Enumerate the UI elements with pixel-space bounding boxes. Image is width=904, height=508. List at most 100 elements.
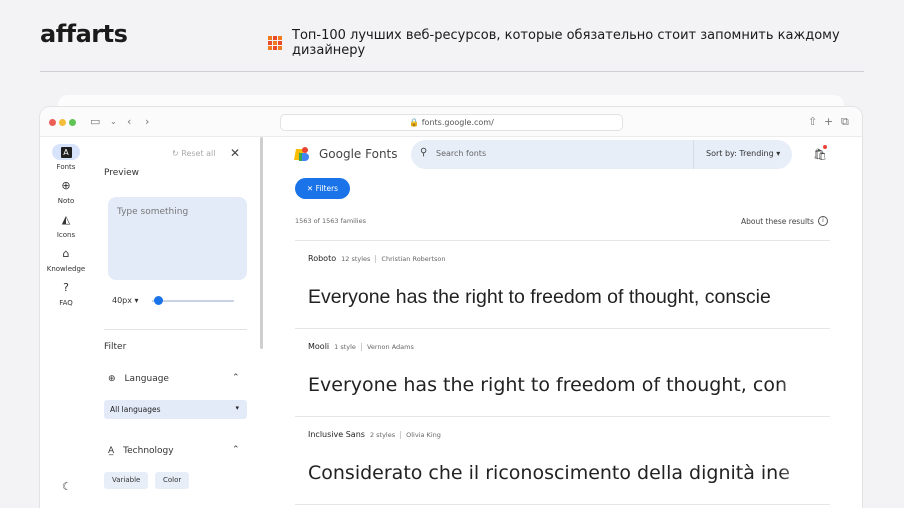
- site-logo[interactable]: affarts: [40, 20, 128, 48]
- fonts-icon: A: [52, 144, 80, 160]
- minimize-window-button[interactable]: [59, 119, 66, 126]
- sort-label: Sort by: Trending: [706, 149, 774, 158]
- address-bar[interactable]: 🔒 fonts.google.com/: [280, 114, 623, 131]
- language-label: Language: [124, 374, 169, 384]
- rail-label: Icons: [56, 231, 76, 239]
- rail-item-faq[interactable]: ? FAQ: [40, 280, 92, 307]
- search-icon: ⚲: [420, 147, 428, 158]
- header-divider: [40, 71, 864, 72]
- about-results-label: About these results: [741, 216, 814, 226]
- sample-text: Everyone has the right to freedom of tho…: [308, 286, 771, 308]
- dark-mode-icon[interactable]: ☾: [62, 480, 72, 493]
- font-designer: Olivia King: [406, 430, 441, 439]
- panel-scrollbar[interactable]: [260, 137, 263, 349]
- school-icon: ⌂: [62, 247, 70, 260]
- font-name: Roboto: [308, 254, 337, 263]
- panel-divider: [104, 329, 247, 330]
- chevron-down-icon[interactable]: ⌄: [110, 117, 117, 126]
- technology-label: Technology: [123, 446, 174, 456]
- font-card[interactable]: Mooli 1 style Vernon Adams Everyone has …: [295, 328, 830, 417]
- technology-filter-header[interactable]: A̲ Technology ⌃: [108, 445, 240, 456]
- results-count: 1563 of 1563 families: [295, 217, 366, 225]
- search-divider: [693, 140, 694, 169]
- article-header: affarts Топ-100 лучших веб-ресурсов, кот…: [0, 0, 904, 72]
- rail-item-icons[interactable]: ◭ Icons: [40, 212, 92, 239]
- chip-color[interactable]: Color: [155, 472, 190, 489]
- language-select[interactable]: All languages ▾: [104, 400, 247, 419]
- maximize-window-button[interactable]: [69, 119, 76, 126]
- article-headline: Топ-100 лучших веб-ресурсов, которые обя…: [268, 28, 904, 58]
- sidebar-toggle-icon[interactable]: ▭: [90, 115, 100, 128]
- shopping-bag-icon[interactable]: 🛍: [813, 145, 827, 161]
- close-window-button[interactable]: [49, 119, 56, 126]
- about-results-link[interactable]: About these results i: [741, 216, 828, 226]
- browser-toolbar: ▭ ⌄ ‹ › 🔒 fonts.google.com/ ⇧ + ⧉: [40, 107, 862, 137]
- filters-label: Filters: [315, 184, 339, 193]
- chip-variable[interactable]: Variable: [104, 472, 149, 489]
- sort-dropdown[interactable]: Sort by: Trending ▾: [706, 149, 780, 158]
- google-fonts-icon: [294, 147, 313, 161]
- shapes-icon: ◭: [61, 213, 71, 226]
- dropdown-arrow-icon: ▾: [235, 404, 239, 412]
- slider-handle[interactable]: [154, 296, 163, 305]
- tabs-overview-icon[interactable]: ⧉: [841, 115, 849, 129]
- grid-icon: [268, 36, 282, 50]
- font-styles: 12 styles: [341, 254, 371, 263]
- font-card[interactable]: Roboto 12 styles Christian Robertson Eve…: [295, 240, 830, 329]
- font-sample: Everyone has the right to freedom of tho…: [308, 286, 818, 309]
- filter-panel: ↻ Reset all ✕ Preview Type something 40p…: [92, 137, 263, 508]
- chevron-up-icon: ⌃: [232, 373, 240, 383]
- font-styles: 2 styles: [369, 430, 396, 439]
- info-icon: i: [817, 216, 828, 226]
- back-icon[interactable]: ‹: [127, 115, 131, 128]
- font-card-divider: [295, 504, 830, 508]
- share-icon[interactable]: ⇧: [808, 115, 817, 128]
- main-content: Google Fonts ⚲ Search fonts Sort by: Tre…: [294, 137, 862, 508]
- font-meta: Roboto 12 styles Christian Robertson: [308, 254, 446, 263]
- chevron-up-icon: ⌃: [232, 445, 240, 455]
- google-fonts-logo[interactable]: Google Fonts: [294, 147, 398, 161]
- font-size-value: 40px: [112, 296, 132, 305]
- search-bar[interactable]: ⚲ Search fonts Sort by: Trending ▾: [411, 140, 792, 169]
- filters-button[interactable]: ✕ Filters: [295, 178, 350, 199]
- rail-label: Fonts: [56, 163, 76, 171]
- preview-text-input[interactable]: Type something: [108, 197, 247, 280]
- rail-item-fonts[interactable]: A Fonts: [40, 144, 92, 171]
- rail-item-noto[interactable]: ⊕ Noto: [40, 178, 92, 205]
- globe-icon: ⊕: [108, 374, 116, 384]
- technology-icon: A̲: [108, 446, 115, 456]
- font-sample: Everyone has the right to freedom of tho…: [308, 374, 818, 396]
- globe-icon: ⊕: [61, 179, 71, 192]
- forward-icon[interactable]: ›: [145, 115, 149, 128]
- brand-name: Google Fonts: [319, 147, 398, 161]
- rail-item-knowledge[interactable]: ⌂ Knowledge: [40, 246, 92, 273]
- font-styles: 1 style: [334, 342, 356, 351]
- font-name: Mooli: [308, 342, 330, 351]
- rail-label: Noto: [57, 197, 75, 205]
- font-designer: Christian Robertson: [381, 254, 446, 263]
- preview-placeholder: Type something: [117, 207, 189, 217]
- font-size-slider[interactable]: [152, 300, 234, 302]
- reset-all-button[interactable]: ↻ Reset all: [172, 149, 216, 158]
- browser-window: ▭ ⌄ ‹ › 🔒 fonts.google.com/ ⇧ + ⧉ A Font…: [40, 107, 862, 508]
- nav-rail: A Fonts ⊕ Noto ◭ Icons ⌂ Knowledge ? FAQ…: [40, 137, 92, 508]
- font-designer: Vernon Adams: [366, 342, 414, 351]
- rail-label: Knowledge: [46, 265, 86, 273]
- help-icon: ?: [63, 281, 69, 294]
- font-name: Inclusive Sans: [308, 430, 365, 439]
- new-tab-icon[interactable]: +: [824, 115, 833, 128]
- headline-text: Топ-100 лучших веб-ресурсов, которые обя…: [292, 28, 840, 58]
- font-card[interactable]: Inclusive Sans 2 styles Olivia King Cons…: [295, 416, 830, 505]
- notification-dot: [823, 145, 827, 149]
- language-value: All languages: [110, 405, 161, 414]
- rail-label: FAQ: [59, 299, 73, 307]
- filter-heading: Filter: [104, 342, 127, 352]
- font-size-select[interactable]: 40px ▾: [112, 296, 139, 305]
- close-icon[interactable]: ✕: [230, 146, 240, 160]
- font-sample: Considerato che il riconoscimento della …: [308, 462, 818, 484]
- language-filter-header[interactable]: ⊕ Language ⌃: [108, 373, 240, 384]
- search-input[interactable]: Search fonts: [436, 149, 486, 158]
- preview-heading: Preview: [104, 168, 140, 178]
- sample-text: Considerato che il riconoscimento della …: [308, 462, 790, 484]
- font-meta: Mooli 1 style Vernon Adams: [308, 342, 414, 351]
